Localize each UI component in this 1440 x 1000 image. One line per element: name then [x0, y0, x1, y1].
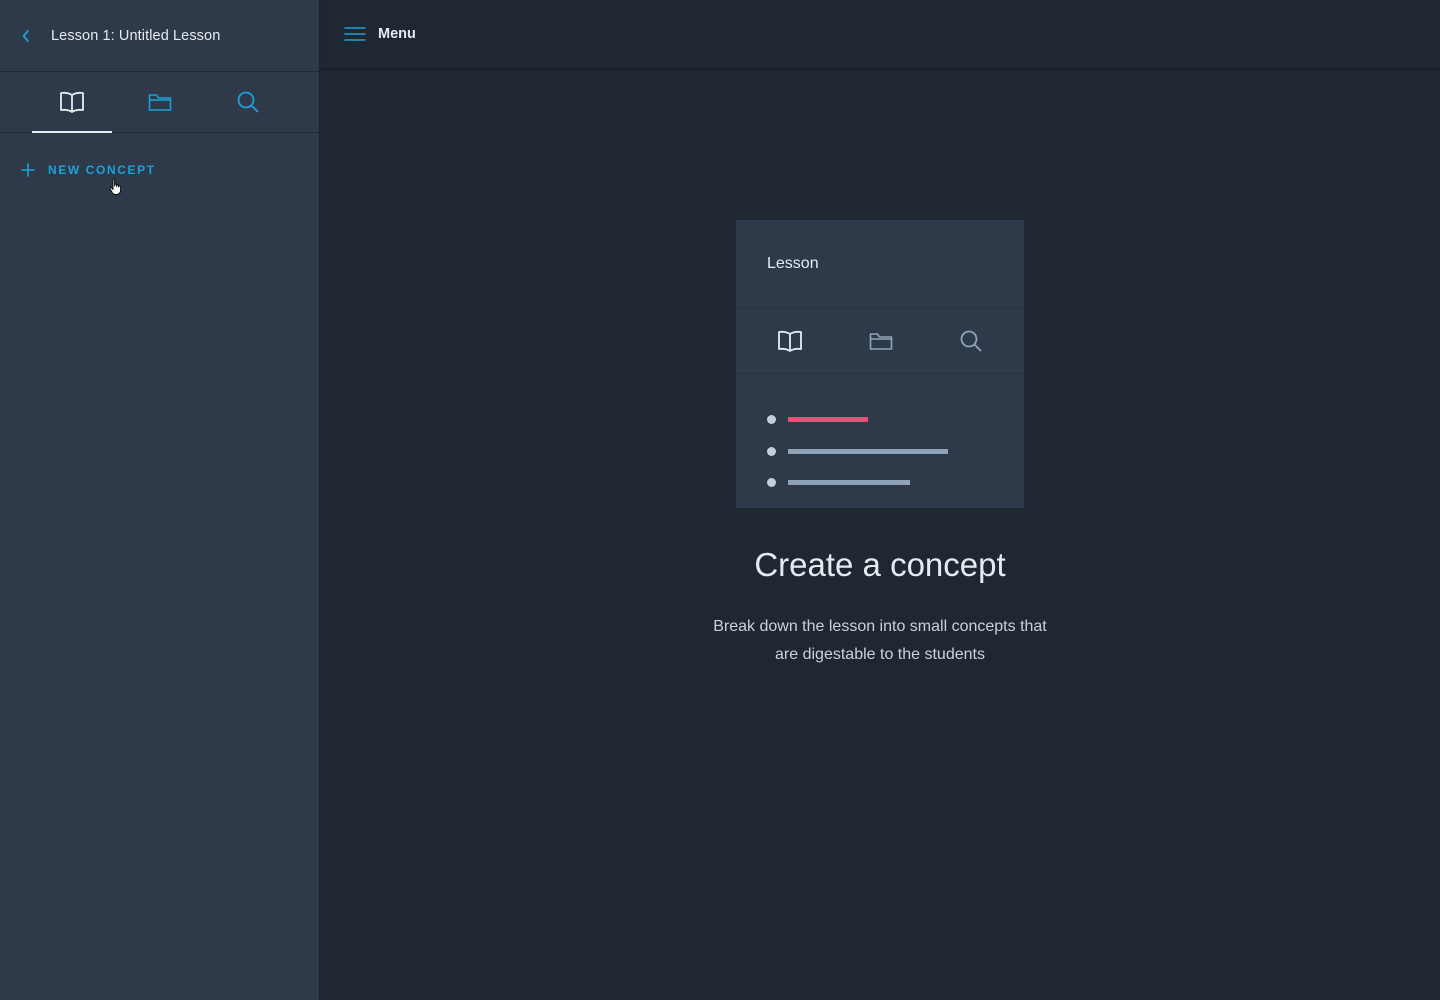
back-button[interactable] [16, 26, 36, 46]
new-concept-button[interactable]: NEW CONCEPT [20, 162, 156, 178]
illustration-list-item [767, 467, 1024, 499]
illustration-title: Lesson [736, 220, 1024, 309]
search-icon [960, 330, 982, 352]
empty-state-description: Break down the lesson into small concept… [680, 613, 1080, 669]
bullet-dot [767, 478, 776, 488]
sidebar: Lesson 1: Untitled Lesson NEW CONCEPT [0, 0, 320, 1000]
book-icon [60, 91, 84, 113]
hamburger-menu-icon [344, 27, 366, 41]
tab-concepts[interactable] [32, 72, 112, 133]
empty-state-description-line-2: are digestable to the students [775, 646, 985, 663]
new-concept-label: NEW CONCEPT [48, 163, 156, 177]
illustration-tabs [736, 309, 1024, 374]
placeholder-line [788, 448, 948, 454]
sidebar-tabs [0, 72, 319, 133]
illustration-list-item [767, 436, 1024, 468]
lesson-illustration: Lesson [736, 220, 1024, 508]
folder-icon [148, 94, 172, 111]
illustration-list-item [767, 404, 1024, 436]
illustration-list-item [767, 499, 1024, 509]
bullet-dot [767, 446, 776, 456]
bullet-dot [767, 415, 776, 425]
chevron-left-icon [22, 29, 29, 42]
empty-state-title: Create a concept [754, 546, 1006, 583]
sidebar-header: Lesson 1: Untitled Lesson [0, 0, 319, 72]
search-icon [237, 91, 259, 113]
menu-label: Menu [378, 26, 416, 42]
lesson-title: Lesson 1: Untitled Lesson [51, 27, 221, 44]
menu-button[interactable]: Menu [344, 26, 416, 42]
placeholder-line [788, 480, 910, 486]
hand-cursor-icon [109, 178, 122, 195]
illustration-list [736, 374, 1024, 508]
tab-files[interactable] [120, 72, 200, 132]
plus-icon [21, 163, 35, 177]
folder-icon [869, 333, 893, 350]
top-bar: Menu [321, 0, 1440, 69]
empty-state-description-line-1: Break down the lesson into small concept… [713, 618, 1047, 635]
placeholder-line [788, 417, 868, 423]
book-icon [778, 330, 802, 352]
tab-search[interactable] [208, 72, 288, 132]
